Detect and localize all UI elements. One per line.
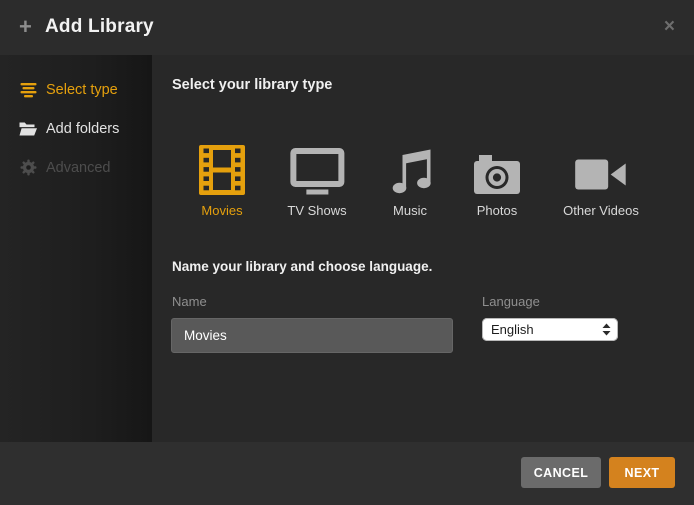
library-type-label: TV Shows	[287, 203, 346, 218]
select-arrows-icon	[602, 323, 611, 336]
next-button[interactable]: NEXT	[609, 457, 675, 488]
sidebar-item-add-folders[interactable]: Add folders	[0, 109, 152, 148]
cancel-button[interactable]: CANCEL	[521, 457, 601, 488]
dialog-footer: CANCEL NEXT	[0, 442, 694, 505]
library-type-photos[interactable]: Photos	[472, 142, 522, 218]
sidebar-item-label: Add folders	[46, 121, 119, 137]
language-field-label: Language	[482, 294, 540, 309]
section-title: Select your library type	[172, 77, 332, 93]
sidebar-item-label: Select type	[46, 82, 118, 98]
tv-icon	[287, 142, 346, 195]
name-input[interactable]	[171, 318, 453, 353]
library-type-label: Other Videos	[563, 203, 639, 218]
name-field-label: Name	[172, 294, 207, 309]
dialog-header: + Add Library ×	[0, 0, 694, 55]
dialog-title: Add Library	[45, 16, 154, 38]
language-select-value: English	[491, 322, 602, 337]
library-type-label: Movies	[199, 203, 245, 218]
name-section-title: Name your library and choose language.	[172, 259, 432, 274]
sidebar-item-label: Advanced	[46, 160, 111, 176]
gear-icon	[19, 159, 37, 176]
list-lines-icon	[19, 81, 37, 98]
library-type-movies[interactable]: Movies	[199, 142, 245, 218]
library-type-other-videos[interactable]: Other Videos	[563, 142, 639, 218]
folder-open-icon	[19, 120, 37, 137]
plus-icon: +	[19, 14, 32, 40]
video-camera-icon	[563, 142, 639, 195]
language-select[interactable]: English	[482, 318, 618, 341]
sidebar-item-advanced[interactable]: Advanced	[0, 148, 152, 187]
library-type-music[interactable]: Music	[387, 142, 434, 218]
film-strip-icon	[199, 142, 245, 195]
add-library-dialog: + Add Library × Select type	[0, 0, 694, 505]
library-type-tv-shows[interactable]: TV Shows	[287, 142, 346, 218]
sidebar: Select type Add folders	[0, 55, 152, 442]
sidebar-item-select-type[interactable]: Select type	[0, 70, 152, 109]
library-type-label: Music	[387, 203, 434, 218]
camera-icon	[472, 142, 522, 195]
music-note-icon	[387, 142, 434, 195]
main-panel: Select your library type Mo	[152, 55, 694, 442]
library-type-label: Photos	[472, 203, 522, 218]
close-icon[interactable]: ×	[664, 17, 675, 37]
